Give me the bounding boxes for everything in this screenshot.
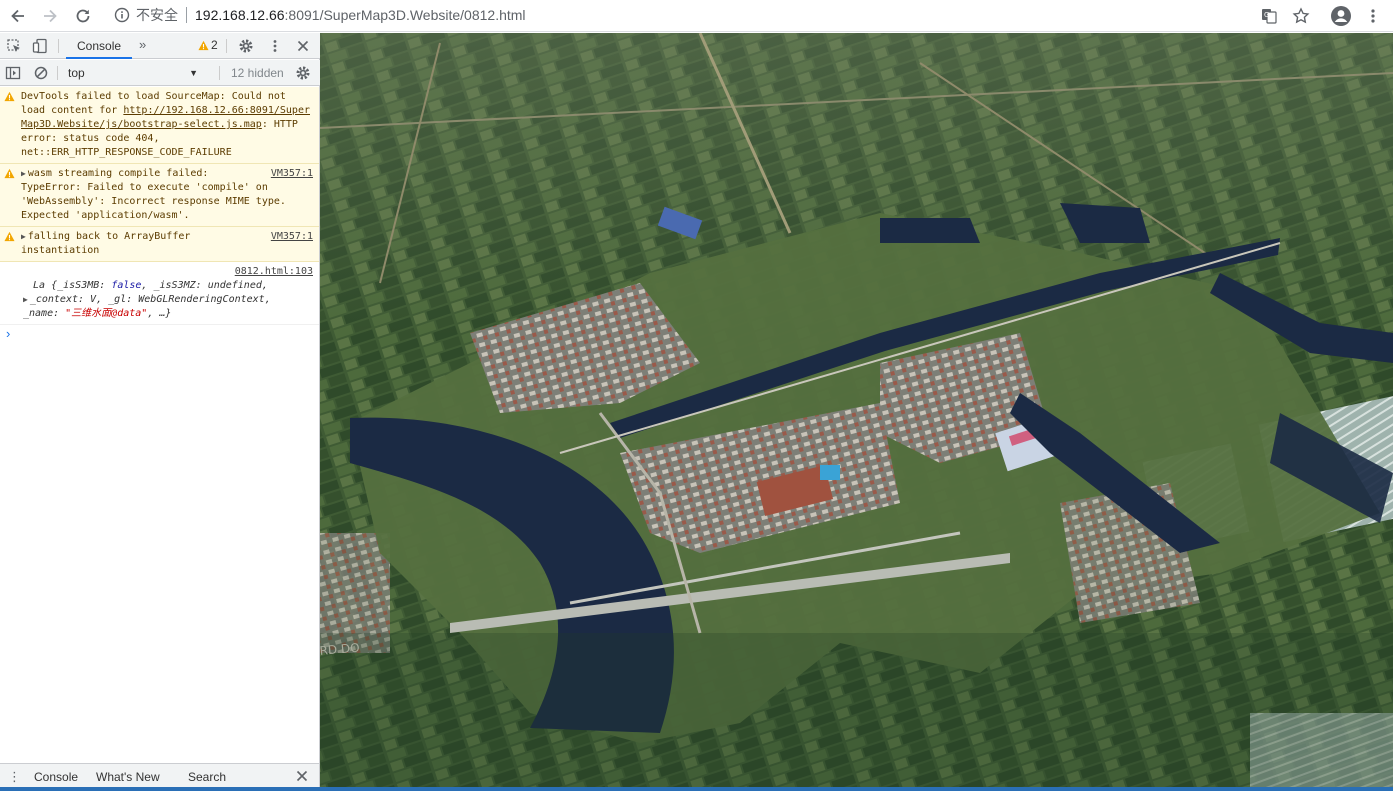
omnibox-divider [186,7,187,23]
console-messages: DevTools failed to load SourceMap: Could… [0,87,319,345]
message-source-link[interactable]: VM357:1 [271,167,313,181]
object-name: La [33,280,46,291]
reload-icon[interactable] [71,4,95,28]
hidden-count[interactable]: 12 hidden [231,66,284,80]
object-key: _isS3MZ: [153,280,202,291]
translate-icon[interactable]: G [1257,4,1281,28]
kebab-icon[interactable]: ⋮ [8,769,21,785]
message-source-link[interactable]: 0812.html:103 [235,266,313,277]
sidebar-icon[interactable] [5,65,21,81]
security-label: 不安全 [136,7,178,23]
warning-icon [4,91,15,102]
object-value: "三维水面@data" [65,308,148,319]
expand-triangle-icon[interactable]: ▶ [23,295,28,304]
clear-icon[interactable] [33,65,49,81]
devtools-drawer: ⋮ Console What's New Search [0,763,319,790]
devtools-panel: Console » 2 top ▼ 12 hidden DevTools fai… [0,33,320,791]
tab-console[interactable]: Console [66,33,133,59]
close-icon[interactable] [295,38,311,54]
console-toolbar: top ▼ 12 hidden [0,60,320,86]
device-icon[interactable] [32,38,48,54]
back-icon[interactable] [6,4,30,28]
tab-divider [226,39,227,53]
url-path: :8091/SuperMap3D.Website/0812.html [284,7,526,23]
context-selector[interactable]: top ▼ [62,64,202,82]
svg-text:G: G [1264,11,1269,19]
console-prompt[interactable]: › [0,325,319,345]
toolbar-divider [57,66,58,80]
window-bottom-edge [0,787,1393,791]
warning-count: 2 [211,38,218,52]
devtools-tabbar: Console » 2 [0,33,320,59]
map-3d-viewport[interactable]: RD DO [320,33,1393,791]
forward-icon[interactable] [38,4,62,28]
chevron-down-icon: ▼ [189,68,198,78]
context-value: top [68,66,85,80]
url-host: 192.168.12.66 [195,7,285,23]
address-bar[interactable]: 不安全 192.168.12.66:8091/SuperMap3D.Websit… [104,2,1284,28]
console-message-warning[interactable]: VM357:1 ▶ falling back to ArrayBuffer ins… [0,227,319,262]
warning-icon [4,168,15,179]
warning-icon [4,231,15,242]
message-text: wasm streaming compile failed: TypeError… [21,168,286,221]
console-message-log[interactable]: 0812.html:103 La {_isS3MB: false, _isS3M… [0,262,319,325]
more-tabs-icon[interactable]: » [139,37,146,52]
object-key: _isS3MB: [57,280,106,291]
satellite-terrain: RD DO [320,33,1393,791]
expand-triangle-icon[interactable]: ▶ [21,232,26,241]
object-key: _context: [29,294,85,305]
toolbar-divider [219,66,220,80]
gear-icon[interactable] [295,65,311,81]
inspect-icon[interactable] [6,38,22,54]
tab-divider [58,39,59,53]
star-icon[interactable] [1289,4,1313,28]
close-icon[interactable] [294,768,310,784]
gear-icon[interactable] [238,38,254,54]
kebab-icon[interactable] [1361,4,1385,28]
object-value: false [111,280,142,291]
message-text: falling back to ArrayBuffer instantiatio… [21,231,191,256]
warning-icon [198,40,209,50]
expand-triangle-icon[interactable]: ▶ [21,169,26,178]
browser-toolbar: 不安全 192.168.12.66:8091/SuperMap3D.Websit… [0,0,1393,32]
kebab-icon[interactable] [267,38,283,54]
prompt-chevron-icon: › [6,326,11,341]
console-message-warning[interactable]: DevTools failed to load SourceMap: Could… [0,87,319,164]
object-value: WebGLRenderingContext [138,294,265,305]
warning-counter[interactable]: 2 [198,38,218,52]
object-value: undefined [207,280,262,291]
message-source-link[interactable]: VM357:1 [271,230,313,244]
console-message-warning[interactable]: VM357:1 ▶ wasm streaming compile failed: … [0,164,319,227]
info-icon[interactable] [114,7,130,23]
object-key: _name: [23,308,60,319]
object-key: _gl: [108,294,133,305]
account-icon[interactable] [1329,4,1353,28]
